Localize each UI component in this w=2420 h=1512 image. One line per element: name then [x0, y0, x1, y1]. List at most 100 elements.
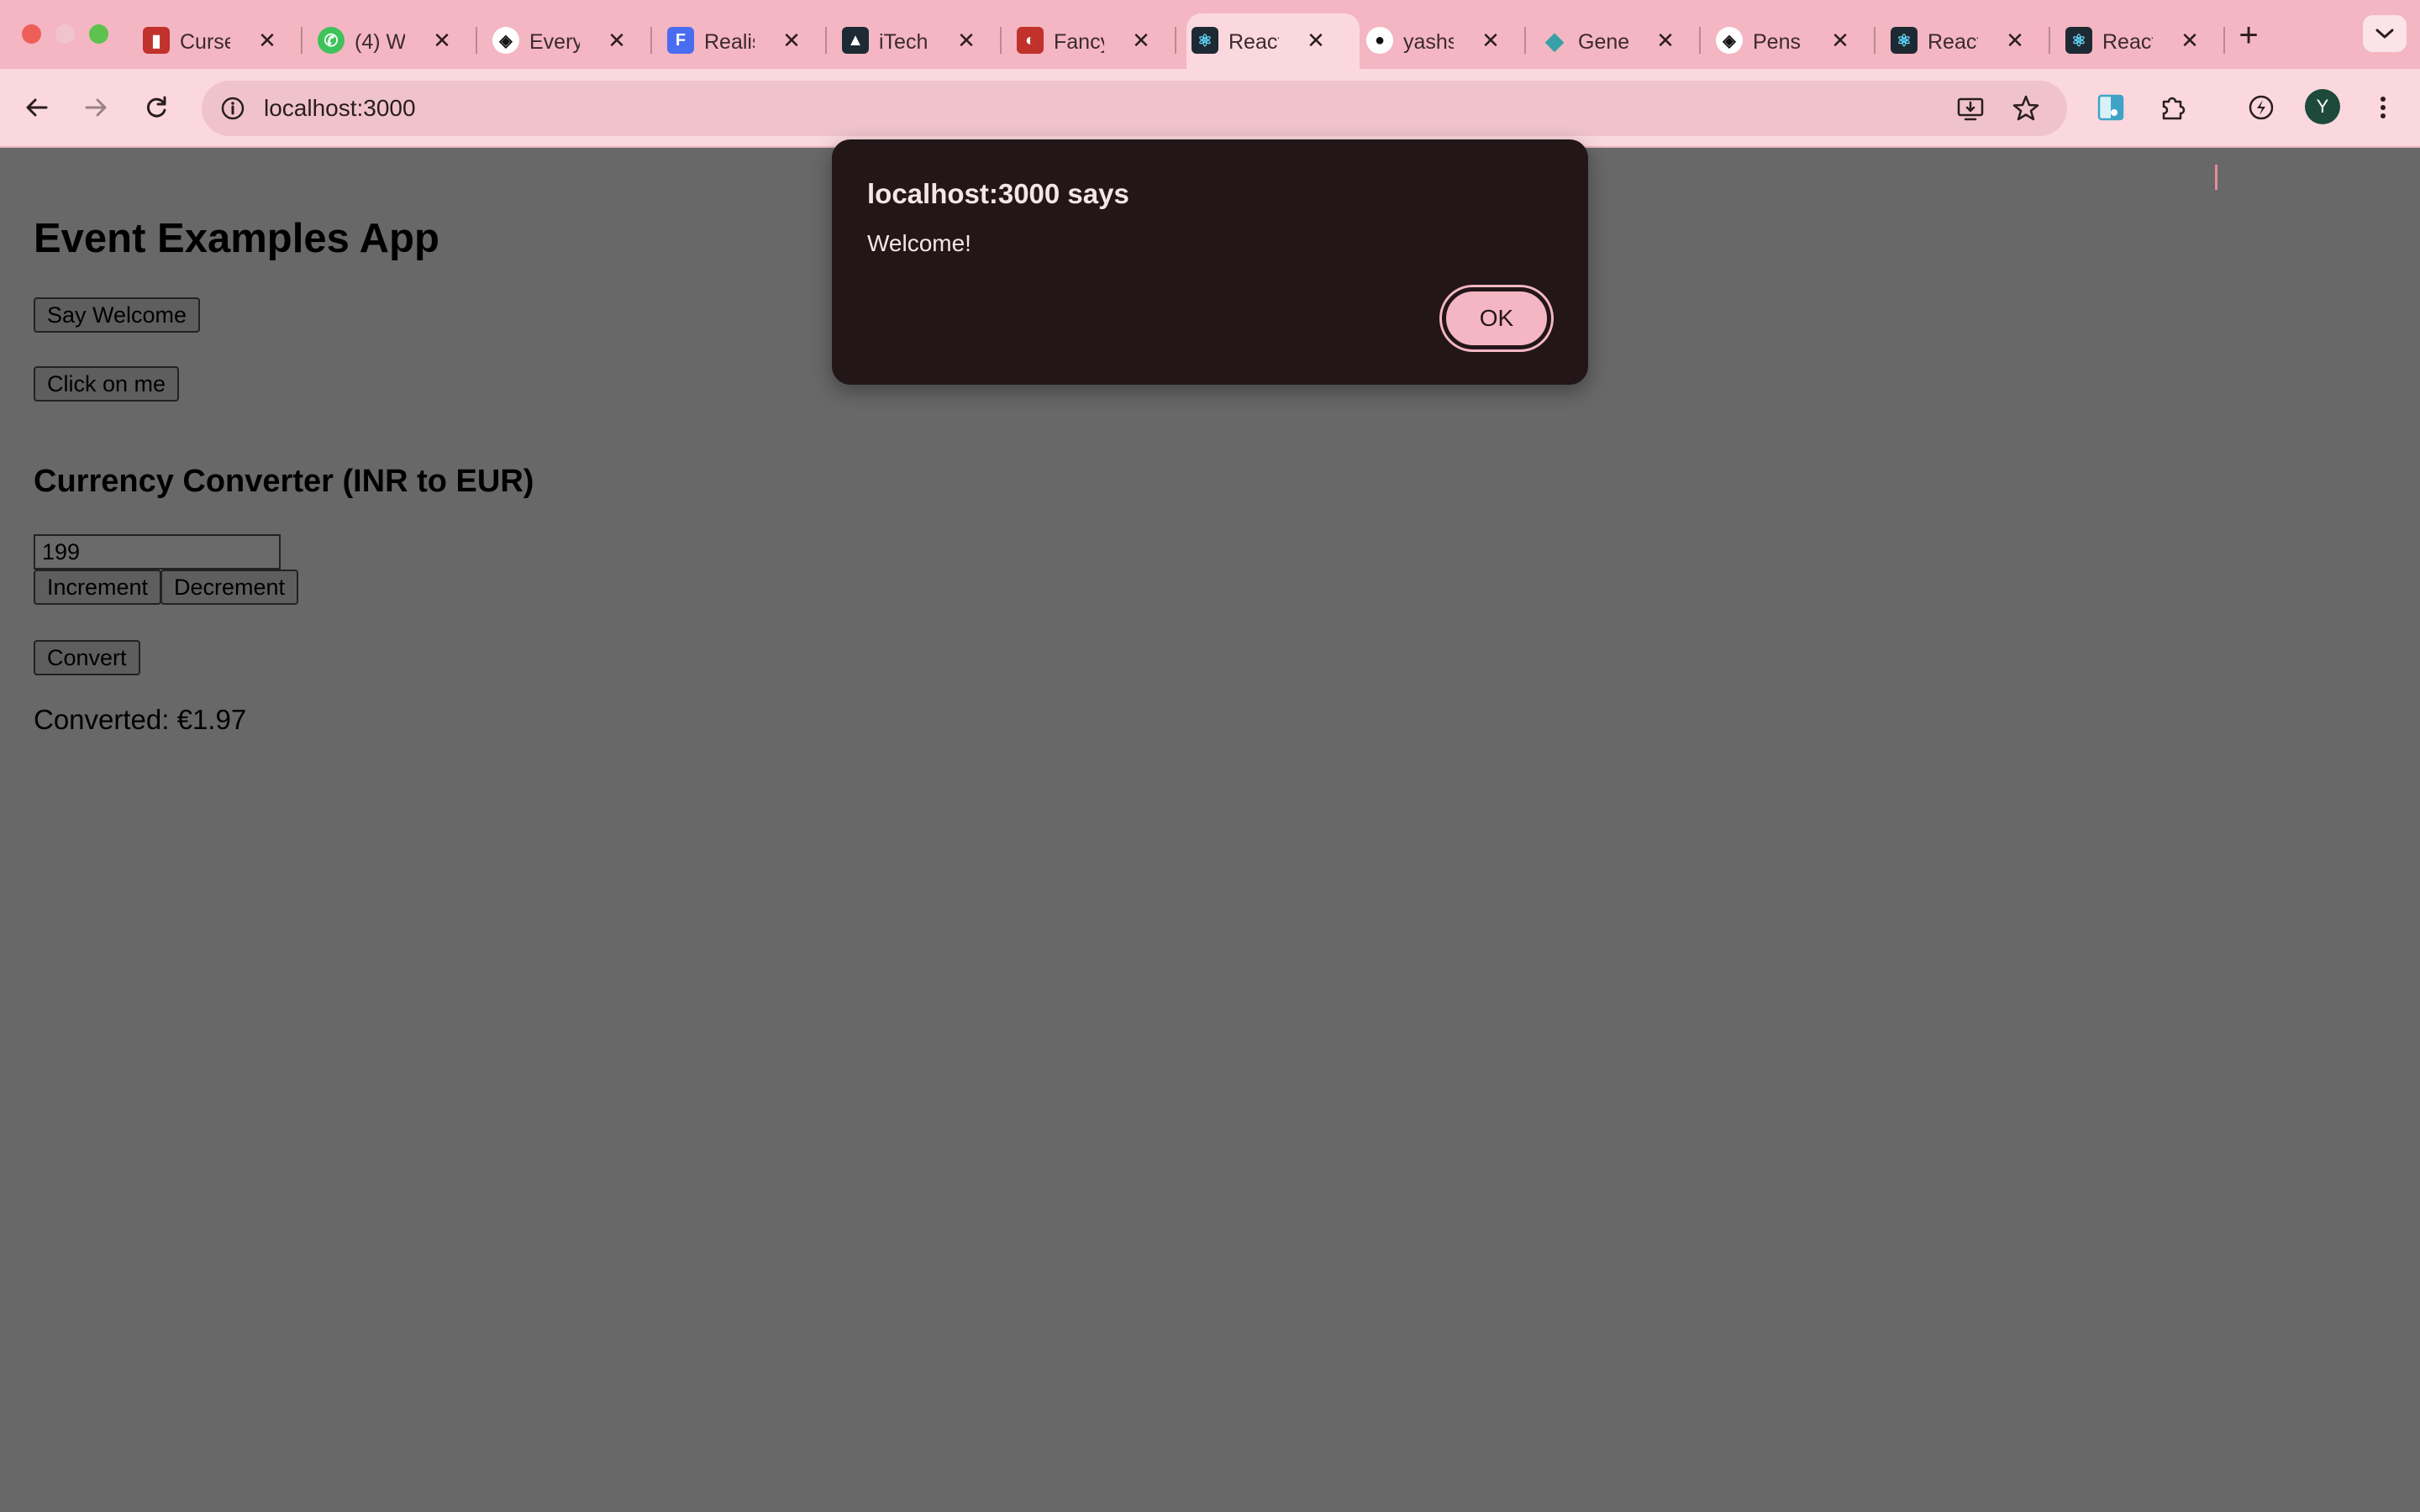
tab-title: Gener — [1578, 30, 1628, 54]
say-welcome-button[interactable]: Say Welcome — [34, 297, 201, 333]
extension-sidebar-icon — [2097, 94, 2124, 121]
back-button[interactable] — [15, 86, 59, 129]
alert-dialog: localhost:3000 says Welcome! OK — [832, 139, 1588, 385]
tab-title: Pens — [1753, 30, 1801, 54]
tab-separator — [825, 27, 827, 54]
window-minimize-button[interactable] — [55, 24, 75, 44]
browser-tab[interactable]: ⚛ React ✕ — [1886, 13, 2059, 69]
profile-avatar[interactable]: Y — [2305, 89, 2340, 124]
fancy-logo-icon: ◐ — [1017, 27, 1044, 54]
window-zoom-button[interactable] — [89, 24, 108, 44]
tab-search-button[interactable] — [2363, 15, 2407, 52]
tab-title: iTechI — [879, 30, 929, 54]
reader-extension-button[interactable] — [2089, 86, 2133, 129]
close-icon[interactable]: ✕ — [2000, 25, 2030, 55]
window-close-button[interactable] — [22, 24, 41, 44]
close-icon[interactable]: ✕ — [1476, 25, 1506, 55]
tab-separator — [1175, 27, 1176, 54]
tab-title: React — [2102, 30, 2153, 54]
close-icon[interactable]: ✕ — [427, 25, 457, 55]
react-icon: ⚛ — [1891, 27, 1918, 54]
tab-title: yashs — [1403, 30, 1454, 54]
close-icon[interactable]: ✕ — [776, 25, 807, 55]
browser-tab[interactable]: ⚛ React ✕ — [2060, 13, 2233, 69]
tab-title: React — [1228, 30, 1279, 54]
codepen-icon: ◈ — [492, 27, 519, 54]
more-vertical-icon — [2381, 97, 2386, 118]
tab-separator — [650, 27, 652, 54]
close-icon[interactable]: ✕ — [951, 25, 981, 55]
browser-tab[interactable]: ⚛ React ✕ — [1186, 13, 1360, 69]
tab-separator — [1874, 27, 1876, 54]
dialog-ok-button[interactable]: OK — [1442, 287, 1551, 349]
tab-title: React — [1928, 30, 1978, 54]
whatsapp-icon: ✆ — [318, 27, 345, 54]
converted-result: Converted: €1.97 — [34, 704, 247, 735]
close-icon[interactable]: ✕ — [1301, 25, 1331, 55]
dialog-title: localhost:3000 says — [867, 178, 1129, 209]
tab-separator — [2049, 27, 2050, 54]
tab-title: Realis — [704, 30, 755, 54]
tab-title: Every — [529, 30, 580, 54]
reload-icon — [146, 96, 166, 118]
install-app-icon[interactable] — [1951, 89, 1990, 128]
browser-tab[interactable]: ◈ Every ✕ — [487, 13, 660, 69]
arrow-left-icon — [26, 98, 48, 117]
chevron-down-icon — [2375, 29, 2394, 39]
browser-tab[interactable]: ◈ Pens ✕ — [1711, 13, 1884, 69]
close-icon[interactable]: ✕ — [602, 25, 632, 55]
react-icon: ⚛ — [1192, 27, 1218, 54]
tab-separator — [2223, 27, 2225, 54]
decrement-button[interactable]: Decrement — [160, 570, 299, 605]
tab-separator — [1000, 27, 1002, 54]
close-icon[interactable]: ✕ — [1126, 25, 1156, 55]
document-app-icon: F — [667, 27, 694, 54]
browser-tab[interactable]: ◆ Gener ✕ — [1536, 13, 1709, 69]
browser-tab[interactable]: ◐ Fancy ✕ — [1012, 13, 1185, 69]
close-icon[interactable]: ✕ — [1650, 25, 1681, 55]
close-icon[interactable]: ✕ — [252, 25, 282, 55]
browser-toolbar: localhost:3000 — [0, 69, 2420, 190]
performance-button[interactable] — [2239, 86, 2283, 129]
new-tab-button[interactable]: + — [2230, 17, 2267, 54]
address-bar[interactable]: localhost:3000 — [202, 81, 2067, 136]
site-info-icon[interactable] — [215, 91, 250, 126]
url-text[interactable]: localhost:3000 — [264, 95, 416, 122]
tab-separator — [1699, 27, 1701, 54]
close-icon[interactable]: ✕ — [2175, 25, 2205, 55]
tab-title: Curse — [180, 30, 230, 54]
tab-separator — [1524, 27, 1526, 54]
tab-strip: ▮ Curse ✕ ✆ (4) W ✕ ◈ Every ✕ F Realis ✕ ▲ iTechI ✕ ◐ Fa… — [0, 0, 2420, 69]
page-title: Event Examples App — [34, 216, 439, 261]
arrow-right-icon — [85, 98, 107, 117]
tab-title: (4) W — [355, 30, 405, 54]
browser-tab[interactable]: ▮ Curse ✕ — [138, 13, 311, 69]
reload-button[interactable] — [134, 86, 178, 129]
github-icon: ● — [1366, 27, 1393, 54]
click-on-me-button[interactable]: Click on me — [34, 366, 180, 402]
browser-tab[interactable]: F Realis ✕ — [662, 13, 835, 69]
puzzle-icon — [2162, 97, 2186, 120]
increment-button[interactable]: Increment — [34, 570, 162, 605]
convert-button[interactable]: Convert — [34, 640, 140, 675]
close-icon[interactable]: ✕ — [1825, 25, 1855, 55]
dark-site-icon: ▲ — [842, 27, 869, 54]
dialog-message: Welcome! — [867, 230, 971, 256]
bookmark-star-icon[interactable] — [2007, 89, 2045, 128]
forward-button[interactable] — [74, 86, 118, 129]
brand-mark-red-icon: ▮ — [143, 27, 170, 54]
converter-title: Currency Converter (INR to EUR) — [34, 464, 534, 499]
browser-tab[interactable]: ✆ (4) W ✕ — [313, 13, 486, 69]
browser-tab[interactable]: ● yashs ✕ — [1361, 13, 1534, 69]
tab-separator — [476, 27, 477, 54]
browser-tab[interactable]: ▲ iTechI ✕ — [837, 13, 1010, 69]
tab-title: Fancy — [1054, 30, 1104, 54]
amount-input[interactable] — [34, 534, 281, 570]
codepen-icon: ◈ — [1716, 27, 1743, 54]
tab-separator — [301, 27, 302, 54]
extensions-button[interactable] — [2151, 86, 2195, 129]
speed-gauge-icon — [2249, 95, 2274, 120]
react-icon: ⚛ — [2065, 27, 2092, 54]
browser-menu-button[interactable] — [2361, 86, 2405, 129]
diamond-icon: ◆ — [1545, 27, 1564, 54]
